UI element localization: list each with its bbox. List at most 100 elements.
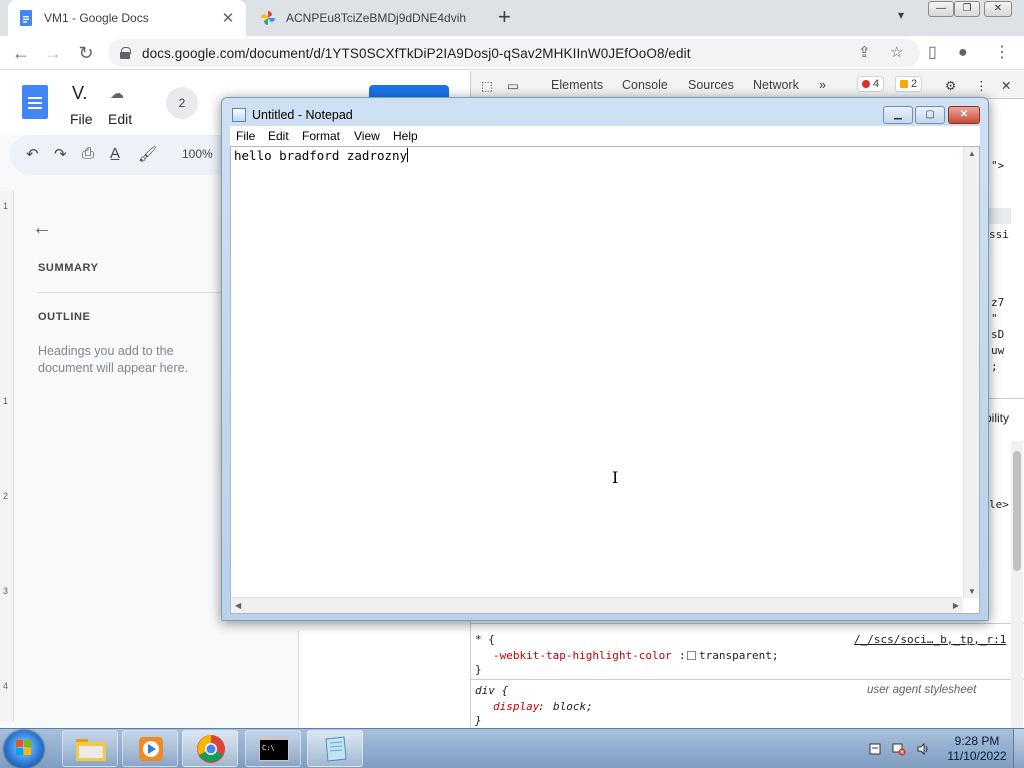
menu-help[interactable]: Help <box>393 129 418 143</box>
settings-gear-icon[interactable]: ⚙ <box>945 78 956 93</box>
scrollbar-thumb[interactable] <box>1013 451 1021 571</box>
close-tab-icon[interactable]: ✕ <box>220 9 236 27</box>
start-button[interactable] <box>4 730 44 768</box>
menu-edit[interactable]: Edit <box>268 129 289 143</box>
window-minimize-button[interactable]: — <box>928 1 954 17</box>
menu-file[interactable]: File <box>236 129 255 143</box>
devtools-menu-icon[interactable]: ⋮ <box>975 78 988 93</box>
volume-icon[interactable] <box>916 742 930 756</box>
network-error-icon[interactable] <box>892 742 906 756</box>
windows-logo-icon <box>16 740 32 756</box>
menu-format[interactable]: Format <box>302 129 340 143</box>
scroll-up-arrow-icon[interactable]: ▲ <box>968 149 976 158</box>
tab-google-docs[interactable]: VM1 - Google Docs ✕ <box>8 0 246 36</box>
undo-icon[interactable]: ↶ <box>26 145 39 163</box>
minimize-button[interactable]: ▁ <box>883 106 913 124</box>
docs-logo-icon[interactable] <box>22 85 48 119</box>
taskbar-media-player[interactable] <box>122 730 178 767</box>
errors-badge[interactable]: 4 <box>857 76 885 92</box>
summary-heading[interactable]: SUMMARY <box>38 262 99 274</box>
reload-icon[interactable]: ↻ <box>75 42 97 64</box>
css-value[interactable]: transparent; <box>699 649 778 662</box>
document-title[interactable]: V. <box>72 83 87 104</box>
css-close-brace: } <box>475 714 482 727</box>
action-center-icon[interactable] <box>868 742 882 756</box>
notepad-text: hello bradford zadrozny <box>234 148 408 163</box>
outline-hint-text: Headings you add to the document will ap… <box>38 344 189 375</box>
close-button[interactable]: ✕ <box>948 106 980 124</box>
css-property[interactable]: -webkit-tap-highlight-color <box>493 649 672 662</box>
bookmark-star-icon[interactable]: ☆ <box>890 39 903 67</box>
taskbar-notepad[interactable] <box>307 730 363 767</box>
notepad-title: Untitled - Notepad <box>252 108 353 122</box>
scroll-down-arrow-icon[interactable]: ▼ <box>968 587 976 596</box>
ruler-mark: 1 <box>3 396 9 406</box>
collaborators-count[interactable]: 2 <box>166 87 198 119</box>
print-icon[interactable]: ⎙ <box>82 145 94 162</box>
zoom-select[interactable]: 100% <box>182 147 213 161</box>
outline-heading: OUTLINE <box>38 311 91 323</box>
tab-google-photos[interactable]: ACNPEu8TciZeBMDj9dDNE4dvih <box>250 0 490 36</box>
chrome-menu-icon[interactable]: ⋮ <box>994 42 1010 64</box>
document-outline-panel: ← SUMMARY OUTLINE Headings you add to th… <box>14 191 224 711</box>
new-tab-button[interactable]: + <box>498 6 511 28</box>
tab-search-icon[interactable]: ▾ <box>898 8 904 22</box>
selected-row-highlight <box>989 208 1011 224</box>
css-source-link[interactable]: /_/scs/soci…_b,_tp,_r:1 <box>854 633 1006 646</box>
close-outline-arrow-icon[interactable]: ← <box>32 217 52 240</box>
lock-icon <box>120 47 131 59</box>
dom-fragment: " <box>991 312 998 325</box>
inspect-element-icon[interactable]: ⬚ <box>481 78 493 93</box>
profile-avatar-icon[interactable]: ● <box>958 42 968 64</box>
vertical-scrollbar[interactable]: ▲ ▼ <box>963 147 979 598</box>
warning-count: 2 <box>911 78 918 90</box>
forward-arrow-icon[interactable]: → <box>42 42 64 64</box>
taskbar-chrome[interactable] <box>182 730 238 767</box>
notepad-content[interactable]: hello bradford zadrozny <box>234 148 409 163</box>
color-swatch[interactable] <box>687 651 696 660</box>
ruler-mark: 1 <box>3 201 9 211</box>
scroll-left-arrow-icon[interactable]: ◀ <box>235 601 241 610</box>
maximize-button[interactable]: ▢ <box>915 106 945 124</box>
ruler-mark: 2 <box>3 491 9 501</box>
menu-edit[interactable]: Edit <box>108 111 132 127</box>
windows-taskbar: C:\ 9:28 PM 11/10/2022 <box>0 728 1024 768</box>
chrome-icon <box>197 735 225 763</box>
css-selector: div { <box>475 684 509 697</box>
device-toolbar-icon[interactable]: ▭ <box>507 78 519 93</box>
more-tabs-icon[interactable]: » <box>819 78 826 92</box>
taskbar-explorer[interactable] <box>62 730 118 767</box>
window-close-button[interactable]: ✕ <box>984 1 1012 17</box>
tab-console[interactable]: Console <box>622 78 668 92</box>
scroll-right-arrow-icon[interactable]: ▶ <box>953 601 959 610</box>
tab-sources[interactable]: Sources <box>688 78 734 92</box>
paint-format-icon[interactable]: 🖌 <box>138 145 157 163</box>
dom-fragment: z7 <box>991 296 1005 309</box>
notepad-text-area[interactable]: hello bradford zadrozny ▲ ▼ ◀ ▶ <box>230 146 980 614</box>
back-arrow-icon[interactable]: ← <box>10 42 32 64</box>
notepad-menubar: File Edit Format View Help <box>230 126 980 146</box>
devtools-scrollbar[interactable] <box>1011 441 1023 731</box>
taskbar-command-prompt[interactable]: C:\ <box>245 730 301 767</box>
show-desktop-button[interactable] <box>1013 729 1024 768</box>
menu-file[interactable]: File <box>70 111 93 127</box>
notepad-titlebar[interactable]: Untitled - Notepad ▁ ▢ ✕ <box>222 98 988 128</box>
document-page[interactable] <box>298 631 470 728</box>
tab-network[interactable]: Network <box>753 78 799 92</box>
tab-elements[interactable]: Elements <box>551 78 603 92</box>
css-colon: : <box>538 700 545 713</box>
menu-view[interactable]: View <box>354 129 380 143</box>
system-clock[interactable]: 9:28 PM 11/10/2022 <box>946 734 1008 764</box>
spellcheck-icon[interactable]: A̲ <box>110 145 120 162</box>
dom-fragment: sD <box>991 328 1005 341</box>
window-restore-button[interactable]: ❐ <box>954 1 980 17</box>
horizontal-scrollbar[interactable]: ◀ ▶ <box>231 597 963 613</box>
css-source-label: user agent stylesheet <box>867 684 977 696</box>
share-icon[interactable]: ⇪ <box>858 39 871 67</box>
side-panel-icon[interactable]: ▯ <box>928 42 937 64</box>
dom-fragment: le> <box>989 498 1009 511</box>
warnings-badge[interactable]: 2 <box>895 76 923 92</box>
redo-icon[interactable]: ↷ <box>54 145 67 163</box>
close-devtools-icon[interactable]: ✕ <box>1001 78 1011 93</box>
address-bar[interactable]: docs.google.com/document/d/1YTS0SCXfTkDi… <box>108 39 920 67</box>
